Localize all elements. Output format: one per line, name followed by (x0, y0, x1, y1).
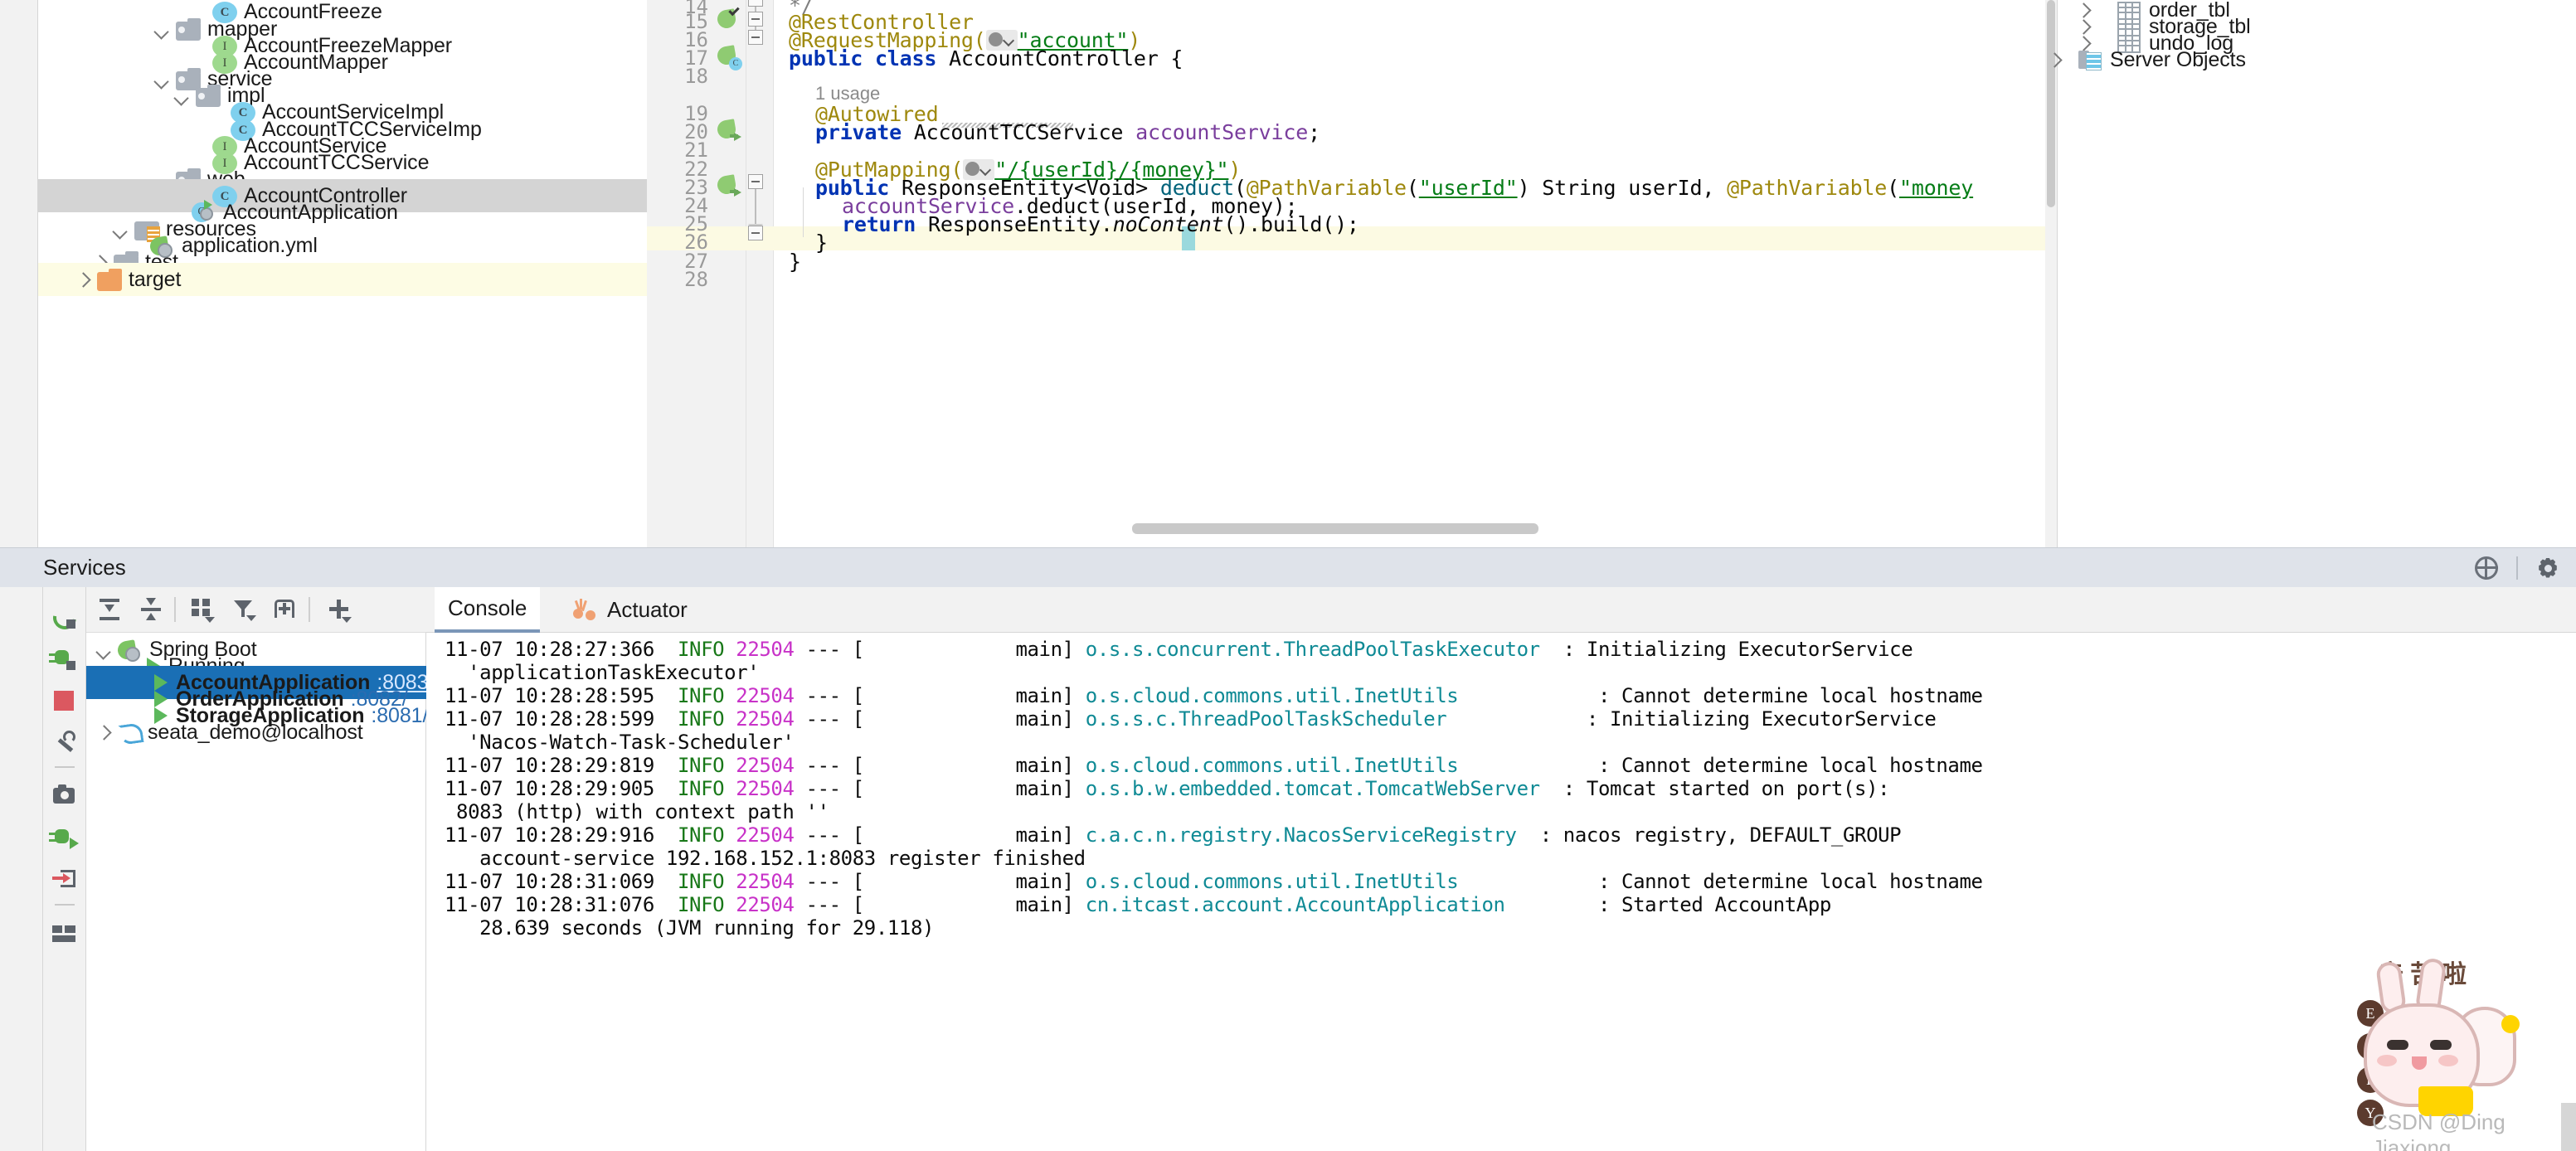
log-line: 11-07 10:28:31:069 INFO 22504 --- [ main… (445, 870, 1983, 893)
group-by-icon[interactable] (190, 597, 215, 623)
log-line-continuation: 8083 (http) with context path '' (445, 800, 829, 823)
fold-line (755, 189, 756, 226)
run-actions-toolbar[interactable] (43, 587, 86, 1151)
separator (174, 597, 176, 622)
run-gutter-mapping-icon[interactable] (716, 174, 741, 197)
orange-folder-icon (97, 268, 122, 291)
services-tree[interactable]: Spring Boot Running AccountApplication :… (86, 633, 434, 1151)
target-icon[interactable] (2475, 556, 2498, 580)
code-line-17: public class AccountController { (789, 46, 1184, 70)
expand-all-icon[interactable] (97, 597, 122, 622)
add-tab-icon[interactable] (272, 597, 297, 622)
run-gutter-bean-icon[interactable] (716, 4, 740, 30)
csdn-watermark: CSDN @Ding Jiaxiong (2372, 1110, 2506, 1151)
fold-collapse-icon[interactable] (748, 174, 763, 189)
collapse-all-icon[interactable] (139, 597, 163, 622)
add-service-icon[interactable] (327, 597, 352, 623)
project-tree-left-strip (0, 0, 38, 547)
settings-wrench-icon[interactable] (52, 730, 77, 755)
tab-console[interactable]: Console (435, 587, 541, 633)
code-text-area[interactable]: */ @RestController @RequestMapping("acco… (774, 0, 2057, 547)
console-panel: Console Actuator 11-07 10:28:27:366 INFO… (426, 587, 2576, 1151)
log-line-continuation: account-service 192.168.152.1:8083 regis… (445, 847, 1086, 870)
debug-step-icon[interactable] (49, 826, 79, 851)
code-line-25: return ResponseEntity.noContent().build(… (842, 212, 1359, 236)
log-line: 11-07 10:28:29:916 INFO 22504 --- [ main… (445, 823, 1902, 847)
camera-icon[interactable] (52, 784, 77, 809)
log-line: 11-07 10:28:27:366 INFO 22504 --- [ main… (445, 638, 1913, 661)
stop-icon[interactable] (52, 688, 77, 713)
line-number: 18 (684, 65, 708, 88)
tab-label: Console (448, 595, 527, 620)
code-line-20: private AccountTCCService accountService… (815, 120, 1320, 144)
tree-item-target[interactable]: target (38, 263, 647, 296)
project-tree-panel[interactable]: C AccountFreeze mapper I AccountFreezeMa… (0, 0, 647, 547)
console-scroll-corner[interactable] (2561, 1103, 2576, 1151)
chevron-right-icon[interactable] (2045, 51, 2063, 69)
separator (55, 904, 75, 906)
services-title: Services (43, 555, 126, 580)
left-tool-strip[interactable]: Bookmarks Structure (0, 587, 43, 1151)
services-tool-window-header: Services (0, 547, 2576, 587)
tab-actuator[interactable]: Actuator (559, 587, 701, 633)
gear-icon[interactable] (2536, 556, 2559, 580)
separator (2516, 556, 2518, 580)
run-gutter-class-icon[interactable]: C (716, 45, 742, 70)
console-tab-bar[interactable]: Console Actuator (426, 587, 2576, 633)
top-area: C AccountFreeze mapper I AccountFreezeMa… (0, 0, 2576, 547)
rerun-icon[interactable] (52, 605, 77, 630)
debug-icon[interactable] (49, 647, 77, 672)
editor-fold-column[interactable] (746, 0, 774, 547)
db-item-server-objects[interactable]: Server Objects (2045, 43, 2246, 76)
log-line-continuation: 'Nacos-Watch-Task-Scheduler' (445, 731, 795, 754)
ide-window: C AccountFreeze mapper I AccountFreezeMa… (0, 0, 2576, 1151)
tree-item-label: target (129, 267, 182, 291)
services-header-actions (2475, 548, 2559, 588)
fold-collapse-icon[interactable] (748, 226, 763, 240)
console-output[interactable]: 11-07 10:28:27:366 INFO 22504 --- [ main… (426, 633, 2576, 1151)
editor-vertical-scrollbar[interactable] (2045, 0, 2057, 547)
services-tree-toolbar[interactable] (86, 587, 426, 633)
tab-label: Actuator (607, 597, 688, 622)
server-objects-icon (2078, 49, 2102, 70)
services-item-seata-demo[interactable]: seata_demo@localhost (86, 716, 426, 749)
layout-icon[interactable] (52, 922, 77, 947)
code-editor[interactable]: 14 15 16 17 18 19 20 21 22 23 24 25 26 2… (647, 0, 2057, 547)
run-gutter-autowire-icon[interactable] (716, 119, 741, 141)
editor-scroll-thumb[interactable] (2047, 0, 2055, 207)
log-line: 11-07 10:28:29:905 INFO 22504 --- [ main… (445, 777, 1890, 800)
separator (55, 766, 75, 768)
mysql-icon (118, 721, 141, 744)
fold-collapse-icon[interactable] (748, 12, 763, 27)
chevron-right-icon[interactable] (74, 270, 92, 289)
db-item-label: Server Objects (2110, 47, 2246, 71)
log-line: 11-07 10:28:28:599 INFO 22504 --- [ main… (445, 707, 1937, 731)
actuator-icon (572, 598, 597, 622)
log-line-continuation: 28.639 seconds (JVM running for 29.118) (445, 916, 935, 940)
log-line-continuation: 'applicationTaskExecutor' (445, 661, 760, 684)
fold-collapse-icon[interactable] (748, 0, 763, 7)
log-line: 11-07 10:28:28:595 INFO 22504 --- [ main… (445, 684, 1983, 707)
log-line: 11-07 10:28:31:076 INFO 22504 --- [ main… (445, 893, 1831, 916)
fold-collapse-icon[interactable] (748, 30, 763, 45)
editor-horizontal-scrollbar[interactable] (1132, 523, 1538, 534)
services-item-label: seata_demo@localhost (148, 720, 363, 744)
database-panel[interactable]: order_tbl storage_tbl undo_log Server Ob… (2057, 0, 2576, 547)
line-number: 28 (684, 268, 708, 291)
log-line: 11-07 10:28:29:819 INFO 22504 --- [ main… (445, 754, 1983, 777)
chevron-right-icon[interactable] (95, 723, 113, 741)
code-line-27: } (789, 250, 801, 274)
code-line-26: } (815, 231, 828, 255)
login-icon[interactable] (52, 867, 77, 892)
filter-icon[interactable] (231, 597, 256, 622)
separator (309, 597, 310, 622)
